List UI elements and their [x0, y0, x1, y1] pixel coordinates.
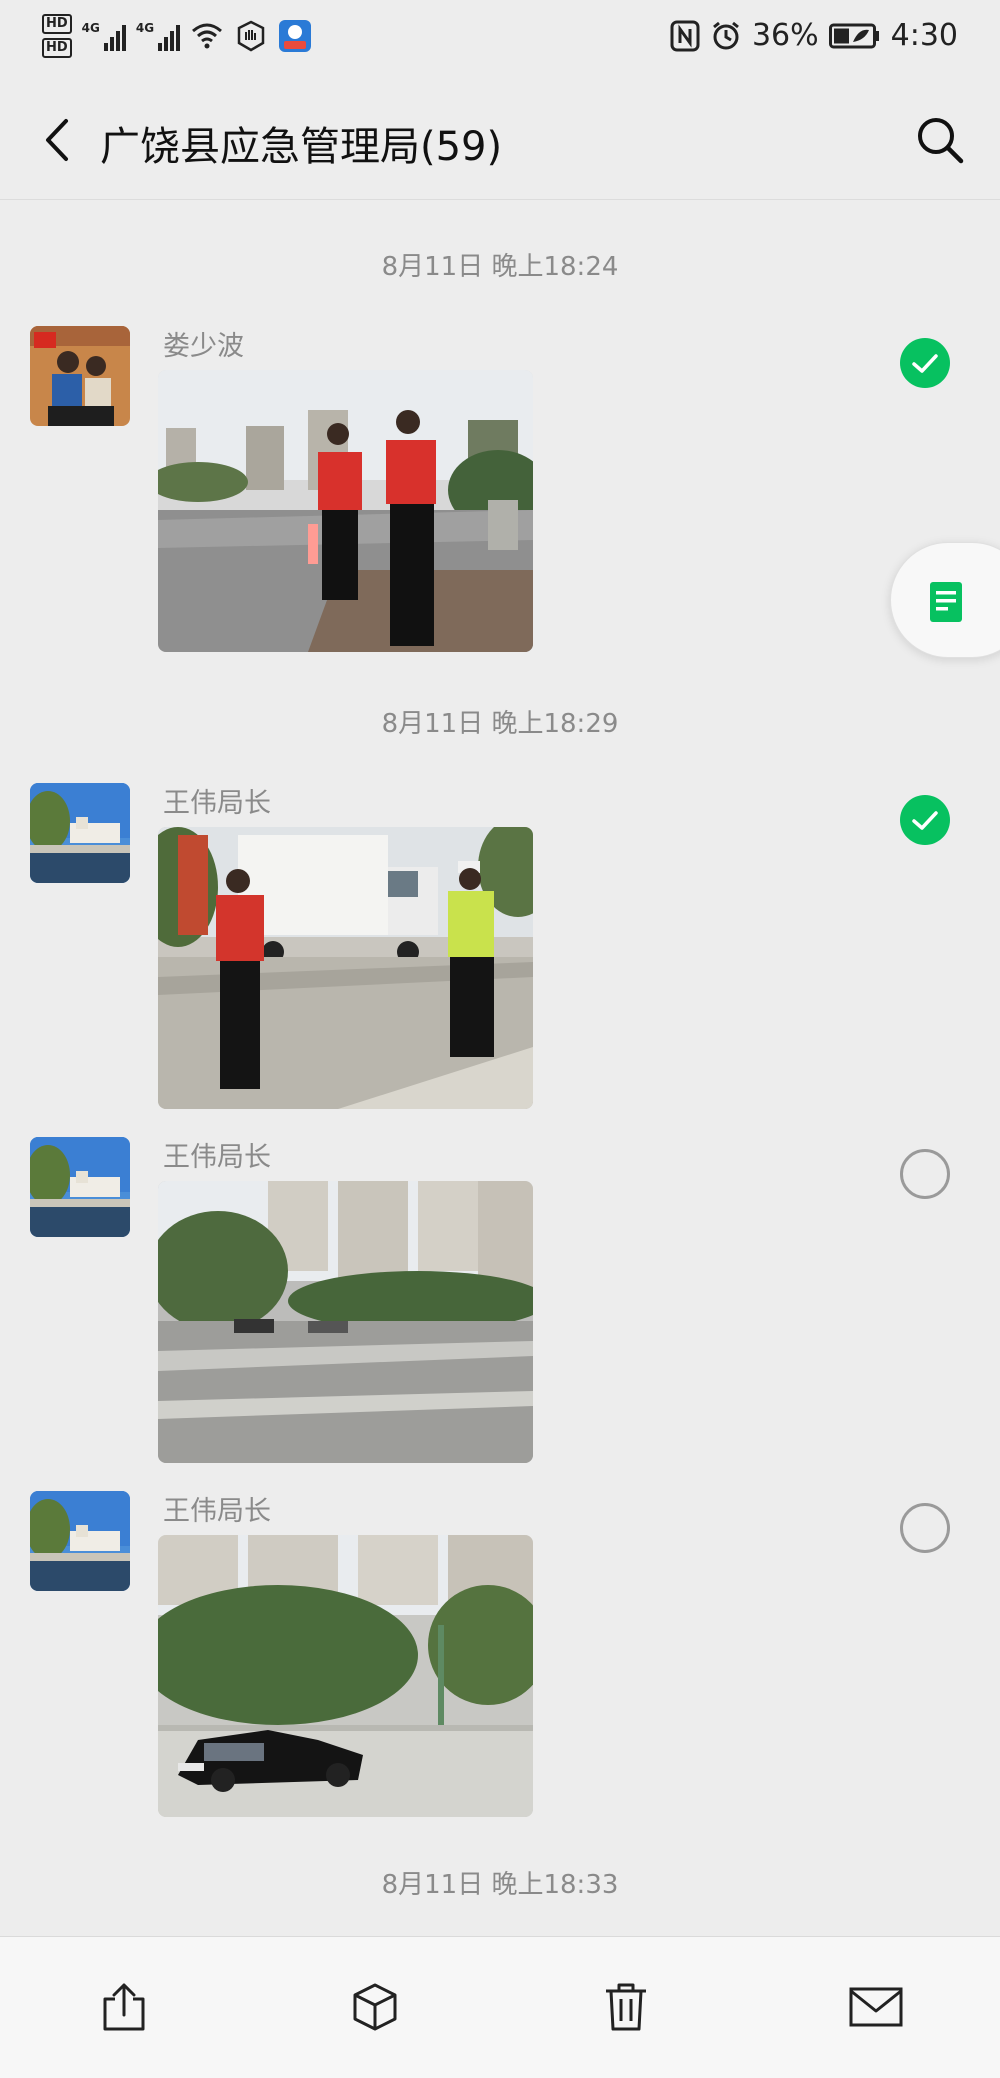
sender-name: 王伟局长	[163, 1496, 271, 1527]
clock-time: 4:30	[890, 18, 958, 53]
status-bar: HD HD 4G 4G 36% 4:30	[0, 0, 1000, 80]
check-icon	[912, 811, 938, 830]
hd1-label: HD	[42, 14, 72, 34]
share-icon	[103, 1983, 145, 2031]
photo-message[interactable]	[158, 1535, 533, 1817]
photo-message[interactable]	[158, 370, 533, 652]
avatar[interactable]	[30, 783, 130, 883]
document-icon	[930, 582, 962, 622]
back-arrow-icon	[46, 119, 68, 161]
avatar[interactable]	[30, 1137, 130, 1237]
hand-icon	[237, 20, 265, 52]
chat-header: 广饶县应急管理局(59)	[0, 80, 1000, 200]
photo-message[interactable]	[158, 1181, 533, 1463]
select-checkbox[interactable]	[900, 1149, 950, 1199]
sender-name: 娄少波	[163, 331, 244, 362]
signal-2-icon: 4G	[135, 21, 181, 51]
select-checkbox[interactable]	[900, 795, 950, 845]
photo-message[interactable]	[158, 827, 533, 1109]
select-checkbox[interactable]	[900, 1503, 950, 1553]
select-checkbox[interactable]	[900, 338, 950, 388]
sender-name: 王伟局长	[163, 788, 271, 819]
signal-1-icon: 4G	[82, 21, 126, 51]
app-notification-icon	[279, 20, 312, 52]
back-button[interactable]	[28, 110, 88, 170]
avatar[interactable]	[30, 326, 130, 426]
delete-button[interactable]	[594, 1975, 658, 2039]
mail-icon	[849, 1987, 903, 2027]
signal-2-label: 4G	[135, 21, 155, 35]
battery-percent: 36%	[751, 18, 819, 53]
share-button[interactable]	[92, 1975, 156, 2039]
battery-icon	[828, 23, 879, 48]
search-button[interactable]	[910, 110, 970, 170]
hd2-label: HD	[42, 38, 72, 58]
page-title: 广饶县应急管理局(59)	[100, 124, 503, 170]
hd-indicator: HD HD	[42, 14, 72, 58]
search-icon	[918, 118, 964, 164]
timestamp: 8月11日 晚上18:33	[381, 1870, 619, 1900]
floating-note-button[interactable]	[890, 542, 1000, 658]
favorite-button[interactable]	[343, 1975, 407, 2039]
mail-button[interactable]	[844, 1975, 908, 2039]
signal-1-label: 4G	[81, 21, 100, 35]
nfc-icon	[670, 20, 700, 51]
cube-icon	[353, 1983, 397, 2031]
alarm-icon	[713, 21, 739, 49]
timestamp: 8月11日 晚上18:29	[381, 709, 619, 739]
bottom-action-bar	[0, 1936, 1000, 2078]
avatar[interactable]	[30, 1491, 130, 1591]
timestamp: 8月11日 晚上18:24	[381, 252, 619, 282]
wifi-icon	[192, 23, 223, 49]
sender-name: 王伟局长	[163, 1142, 271, 1173]
trash-icon	[606, 1983, 646, 2031]
check-icon	[912, 354, 938, 373]
